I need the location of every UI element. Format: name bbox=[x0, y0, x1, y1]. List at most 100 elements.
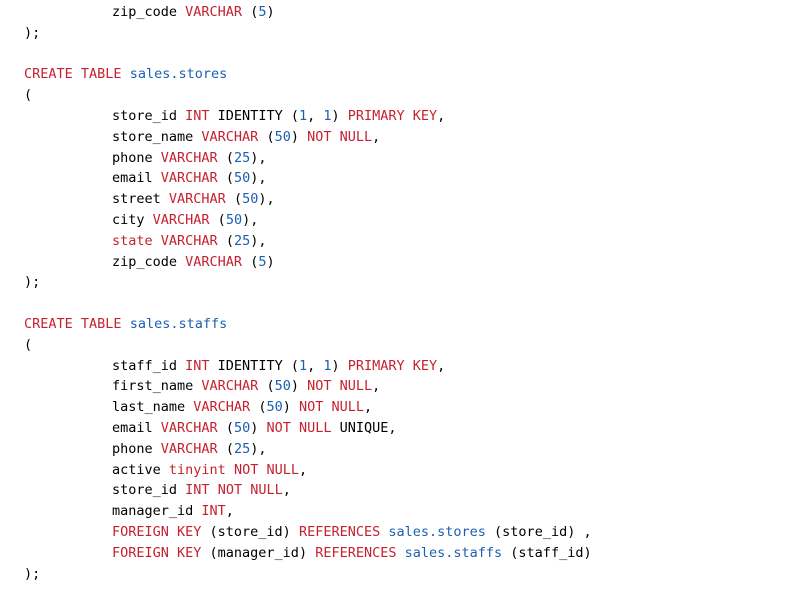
code-line: active tinyint NOT NULL, bbox=[24, 460, 794, 481]
text-token: ) bbox=[290, 378, 308, 395]
keyword-token: VARCHAR bbox=[152, 211, 210, 228]
text-token: , bbox=[372, 378, 381, 395]
keyword-token: VARCHAR bbox=[201, 128, 259, 145]
text-token: phone bbox=[112, 149, 161, 166]
text-token: street bbox=[112, 191, 169, 208]
keyword-token: VARCHAR bbox=[193, 399, 251, 416]
text-token: active bbox=[112, 461, 169, 478]
text-token: ) bbox=[266, 253, 275, 270]
text-token: UNIQUE, bbox=[331, 419, 397, 436]
code-line: ( bbox=[24, 85, 794, 106]
text-token: , bbox=[437, 357, 446, 374]
text-token: staff_id bbox=[112, 357, 186, 374]
code-line: store_name VARCHAR (50) NOT NULL, bbox=[24, 127, 794, 148]
keyword-token: tinyint bbox=[168, 461, 226, 478]
identifier-token: sales.staffs bbox=[404, 544, 503, 561]
text-token: ( bbox=[217, 440, 234, 457]
code-line: email VARCHAR (50), bbox=[24, 168, 794, 189]
code-line: CREATE TABLE sales.staffs bbox=[24, 314, 794, 335]
keyword-token: state bbox=[112, 232, 153, 249]
keyword-token: NOT NULL bbox=[298, 399, 365, 416]
code-line: zip_code VARCHAR (5) bbox=[24, 252, 794, 273]
number-token: 50 bbox=[274, 128, 291, 145]
keyword-token: FOREIGN KEY bbox=[112, 523, 202, 540]
identifier-token: sales.stores bbox=[129, 66, 228, 83]
identifier-token: sales.stores bbox=[388, 523, 486, 540]
text-token: , bbox=[298, 461, 308, 478]
code-line: zip_code VARCHAR (5) bbox=[24, 2, 794, 23]
code-line: phone VARCHAR (25), bbox=[24, 148, 794, 169]
sql-code-block: zip_code VARCHAR (5)); CREATE TABLE sale… bbox=[24, 2, 794, 584]
text-token: (store_id) bbox=[201, 523, 299, 540]
number-token: 1 bbox=[323, 357, 332, 374]
text-token: ( bbox=[258, 378, 275, 395]
keyword-token: TABLE bbox=[80, 66, 122, 83]
text-token: email bbox=[112, 419, 161, 436]
keyword-token: INT bbox=[185, 357, 210, 374]
number-token: 50 bbox=[225, 211, 243, 228]
code-line: city VARCHAR (50), bbox=[24, 210, 794, 231]
text-token: , bbox=[364, 399, 373, 416]
keyword-token: REFERENCES bbox=[298, 523, 381, 540]
text-token: ) bbox=[331, 107, 348, 124]
text-token: ( bbox=[217, 232, 234, 249]
keyword-token: VARCHAR bbox=[160, 440, 218, 457]
code-line: staff_id INT IDENTITY (1, 1) PRIMARY KEY… bbox=[24, 356, 794, 377]
keyword-token: INT bbox=[201, 503, 226, 520]
text-token: , bbox=[307, 107, 324, 124]
text-token: , bbox=[437, 107, 446, 124]
text-token: ) bbox=[331, 357, 348, 374]
keyword-token: VARCHAR bbox=[160, 232, 218, 249]
text-token: , bbox=[372, 128, 381, 145]
code-line: FOREIGN KEY (store_id) REFERENCES sales.… bbox=[24, 522, 794, 543]
code-line: FOREIGN KEY (manager_id) REFERENCES sale… bbox=[24, 543, 794, 564]
text-token: (manager_id) bbox=[201, 544, 316, 561]
text-token: ( bbox=[242, 4, 259, 20]
text-token: IDENTITY ( bbox=[209, 107, 299, 124]
number-token: 1 bbox=[323, 107, 332, 124]
text-token: (store_id) , bbox=[485, 523, 592, 540]
text-token: phone bbox=[112, 440, 161, 457]
keyword-token: VARCHAR bbox=[160, 149, 218, 166]
number-token: 25 bbox=[233, 440, 251, 457]
text-token: email bbox=[112, 170, 161, 187]
number-token: 1 bbox=[298, 357, 308, 374]
text-token: city bbox=[112, 211, 153, 228]
code-line: ( bbox=[24, 335, 794, 356]
number-token: 1 bbox=[298, 107, 308, 124]
text-token: manager_id bbox=[112, 503, 202, 520]
text-token: ( bbox=[217, 419, 234, 436]
text-token: first_name bbox=[112, 378, 202, 395]
text-token: ); bbox=[24, 24, 41, 41]
keyword-token: NOT NULL bbox=[307, 128, 373, 145]
code-line: phone VARCHAR (25), bbox=[24, 439, 794, 460]
code-line: ); bbox=[24, 564, 794, 585]
keyword-token: VARCHAR bbox=[168, 191, 226, 208]
code-line: street VARCHAR (50), bbox=[24, 189, 794, 210]
number-token: 50 bbox=[274, 378, 291, 395]
text-token: last_name bbox=[112, 399, 194, 416]
code-line: first_name VARCHAR (50) NOT NULL, bbox=[24, 376, 794, 397]
text-token: store_name bbox=[112, 128, 202, 145]
code-line: ); bbox=[24, 272, 794, 293]
keyword-token: NOT NULL bbox=[217, 482, 283, 499]
text-token: IDENTITY ( bbox=[209, 357, 299, 374]
text-token: ) bbox=[282, 399, 299, 416]
text-token: ( bbox=[225, 191, 243, 208]
keyword-token: VARCHAR bbox=[185, 4, 243, 20]
code-line: last_name VARCHAR (50) NOT NULL, bbox=[24, 397, 794, 418]
text-token: , bbox=[225, 503, 234, 520]
identifier-token: sales.staffs bbox=[129, 315, 228, 332]
text-token: , bbox=[282, 482, 291, 499]
text-token: ( bbox=[217, 170, 234, 187]
keyword-token: NOT NULL bbox=[307, 378, 373, 395]
